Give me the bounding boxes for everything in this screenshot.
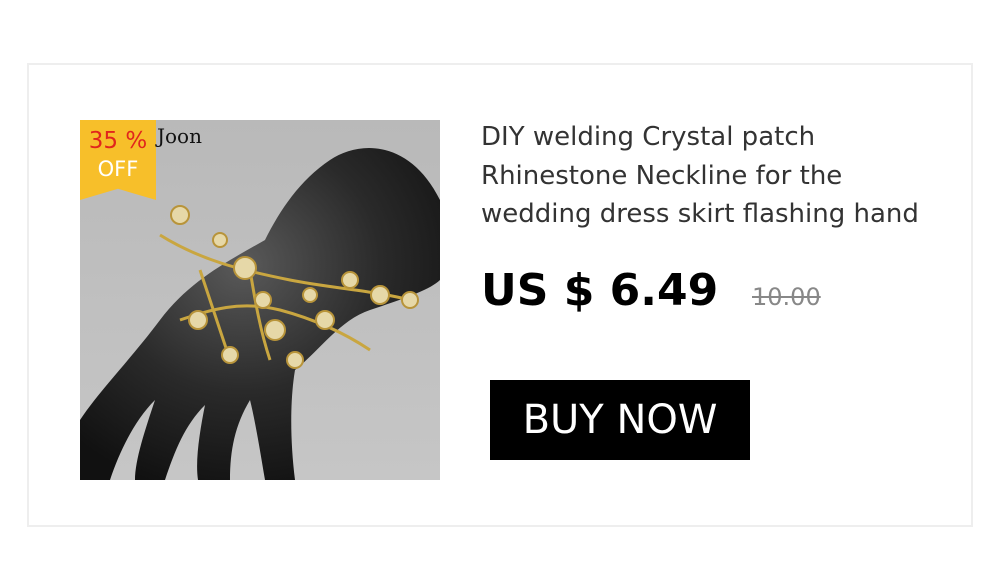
discount-percent: 35 %: [88, 128, 148, 154]
discount-badge: 35 % OFF: [80, 120, 156, 200]
brand-logo: Joon: [157, 124, 202, 148]
sale-price: US $ 6.49: [481, 265, 719, 316]
buy-now-button[interactable]: BUY NOW: [490, 380, 750, 460]
discount-off-label: OFF: [97, 157, 139, 181]
product-title[interactable]: DIY welding Crystal patch Rhinestone Nec…: [481, 118, 951, 234]
original-price: 10.00: [752, 283, 821, 311]
